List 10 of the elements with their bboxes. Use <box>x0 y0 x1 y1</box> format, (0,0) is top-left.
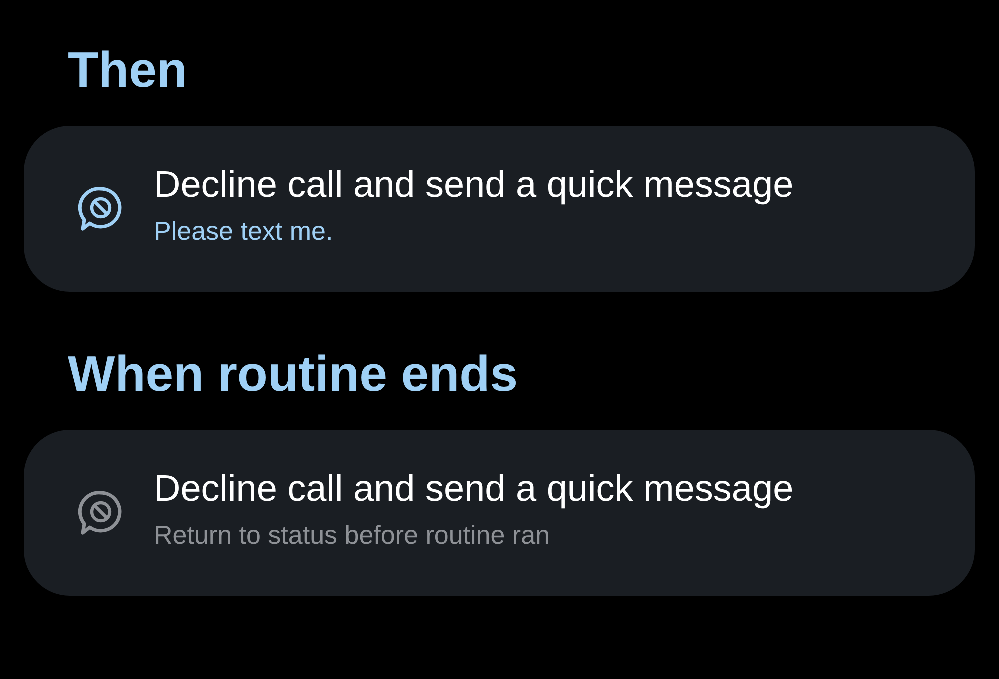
message-block-icon <box>78 489 124 537</box>
action-subtitle: Return to status before routine ran <box>154 519 552 551</box>
action-title: Decline call and send a quick message <box>154 163 794 207</box>
section-heading: Then <box>67 41 188 100</box>
action-card[interactable]: Decline call and send a quick message Return to status before routine ran <box>24 430 975 596</box>
action-subtitle: Please text me. <box>154 215 334 247</box>
action-card[interactable]: Decline call and send a quick message Please text me. <box>24 126 975 292</box>
section-heading: When routine ends <box>67 345 519 404</box>
action-title: Decline call and send a quick message <box>154 467 794 511</box>
message-block-icon <box>78 185 124 233</box>
